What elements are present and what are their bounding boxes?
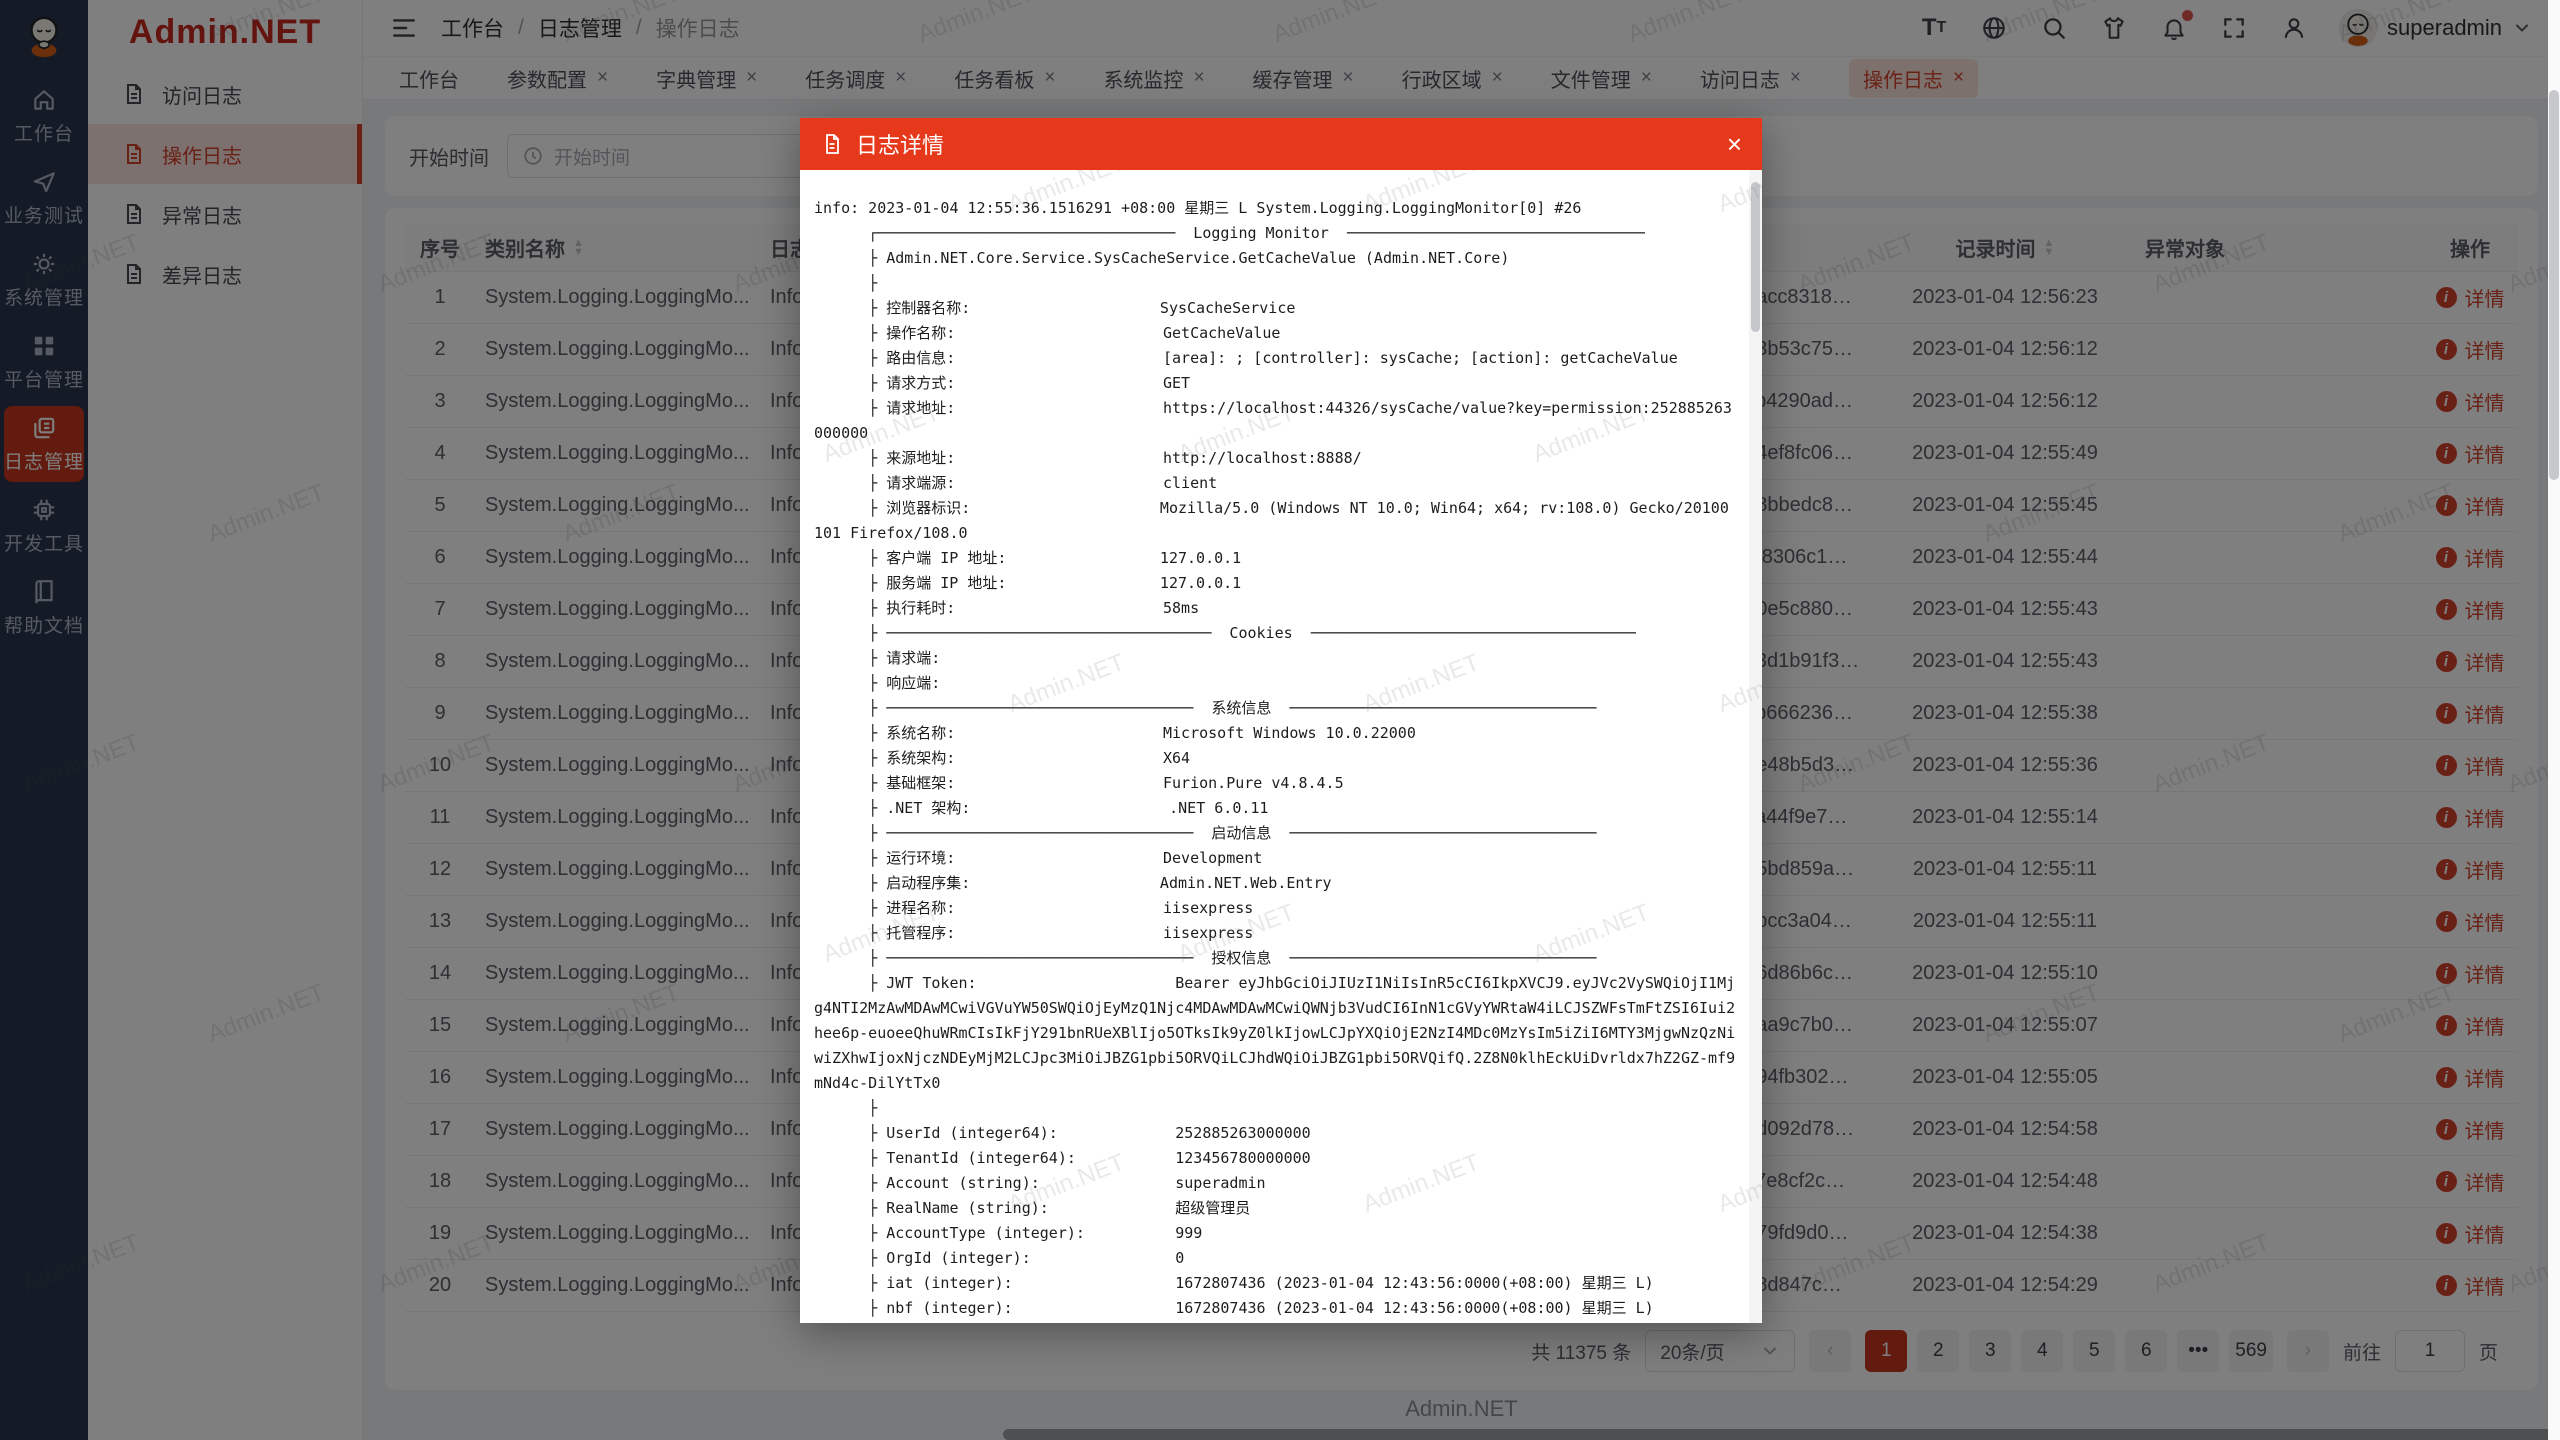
app-root: 工作台业务测试系统管理平台管理日志管理开发工具帮助文档 Admin.NET 访问… bbox=[0, 0, 2560, 1440]
log-text: info: 2023-01-04 12:55:36.1516291 +08:00… bbox=[800, 170, 1762, 1323]
dialog-title-wrap: 日志详情 bbox=[820, 128, 944, 160]
dialog-title: 日志详情 bbox=[856, 128, 944, 160]
page-scrollbar-thumb[interactable] bbox=[2549, 90, 2559, 480]
dialog-scrollbar-track bbox=[1749, 170, 1762, 1323]
close-icon[interactable]: × bbox=[1727, 131, 1742, 157]
page-scrollbar-track bbox=[2548, 0, 2560, 1440]
dialog-scrollbar-thumb[interactable] bbox=[1751, 182, 1760, 332]
dialog-body: info: 2023-01-04 12:55:36.1516291 +08:00… bbox=[800, 170, 1762, 1323]
document-icon bbox=[820, 132, 844, 156]
dialog-header: 日志详情 × bbox=[800, 118, 1762, 170]
log-detail-dialog: 日志详情 × info: 2023-01-04 12:55:36.1516291… bbox=[800, 118, 1762, 1323]
